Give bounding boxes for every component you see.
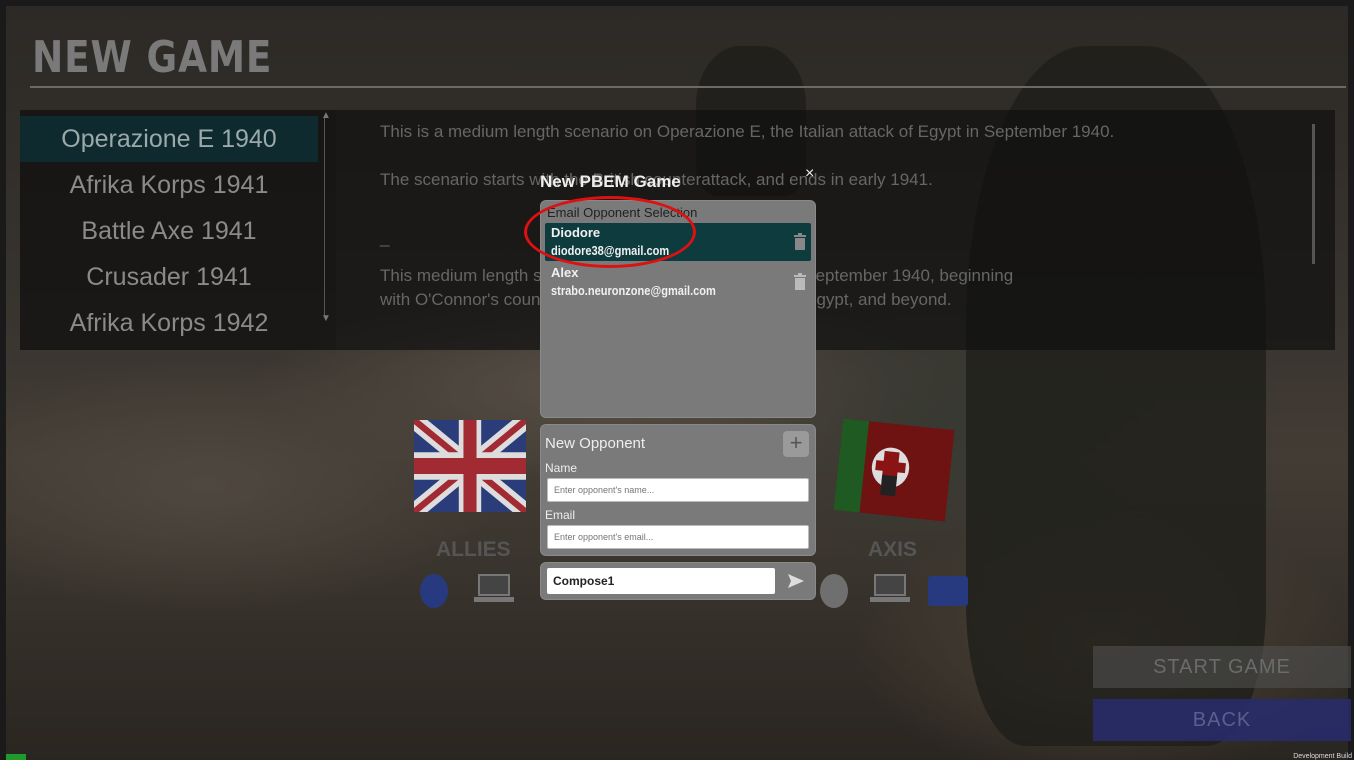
laptop-icon[interactable] bbox=[868, 572, 912, 606]
compose-input[interactable] bbox=[547, 568, 775, 594]
dev-build-label: Development Build bbox=[1293, 753, 1352, 760]
opponent-email-input[interactable] bbox=[547, 525, 809, 549]
highlight-annotation bbox=[524, 196, 696, 268]
scenario-description-panel: This is a medium length scenario on Oper… bbox=[336, 110, 1335, 350]
new-opponent-title: New Opponent bbox=[545, 435, 646, 452]
compose-bar bbox=[540, 562, 816, 600]
send-icon[interactable] bbox=[787, 572, 805, 590]
name-label: Name bbox=[545, 461, 578, 475]
status-indicator bbox=[6, 754, 26, 760]
close-icon[interactable]: × bbox=[805, 165, 814, 183]
scenario-item[interactable]: Afrika Korps 1942 bbox=[20, 300, 318, 346]
start-game-button[interactable]: START GAME bbox=[1093, 646, 1351, 688]
chevron-down-icon[interactable]: ▼ bbox=[321, 313, 331, 324]
scenario-item[interactable]: Battle Axe 1941 bbox=[20, 208, 318, 254]
add-opponent-button[interactable]: + bbox=[783, 431, 809, 457]
description-text: This is a medium length scenario on Oper… bbox=[380, 122, 1115, 141]
description-text: _ bbox=[380, 228, 390, 247]
allies-label: ALLIES bbox=[436, 538, 511, 561]
trash-icon[interactable] bbox=[793, 273, 807, 291]
description-text: This medium length scenario recreates Op… bbox=[380, 266, 1014, 285]
dialog-title: New PBEM Game bbox=[540, 172, 681, 191]
description-scrollbar[interactable] bbox=[1312, 124, 1315, 264]
human-player-icon[interactable] bbox=[820, 574, 848, 608]
scenario-list-scrollbar[interactable]: ▲ ▼ bbox=[321, 110, 331, 324]
opponent-email: strabo.neuronzone@gmail.com bbox=[551, 283, 716, 298]
email-icon[interactable] bbox=[928, 576, 968, 606]
back-button[interactable]: BACK bbox=[1093, 699, 1351, 741]
trash-icon[interactable] bbox=[793, 233, 807, 251]
description-text: with O'Connor's counterattack to drive t… bbox=[380, 290, 952, 309]
scenario-item[interactable]: Operazione E 1940 bbox=[20, 116, 318, 162]
email-label: Email bbox=[545, 508, 576, 522]
chevron-up-icon[interactable]: ▲ bbox=[321, 110, 331, 121]
uk-flag-icon[interactable] bbox=[414, 420, 526, 512]
axis-label: AXIS bbox=[868, 538, 918, 561]
scenario-list: Operazione E 1940 Afrika Korps 1941 Batt… bbox=[20, 110, 336, 350]
italy-flag-icon[interactable] bbox=[833, 418, 955, 522]
opponent-name: Alex bbox=[551, 265, 579, 280]
page-title: NEW GAME bbox=[32, 32, 273, 83]
human-player-icon[interactable] bbox=[420, 574, 448, 608]
opponent-name-input[interactable] bbox=[547, 478, 809, 502]
description-text: The scenario starts with the British cou… bbox=[380, 170, 933, 189]
scenario-item[interactable]: Crusader 1941 bbox=[20, 254, 318, 300]
laptop-icon[interactable] bbox=[472, 572, 516, 606]
scenario-item[interactable]: Afrika Korps 1941 bbox=[20, 162, 318, 208]
new-opponent-panel: New Opponent + Name Email bbox=[540, 424, 816, 556]
title-divider bbox=[30, 86, 1346, 88]
opponent-row[interactable]: Alex strabo.neuronzone@gmail.com bbox=[545, 263, 811, 301]
